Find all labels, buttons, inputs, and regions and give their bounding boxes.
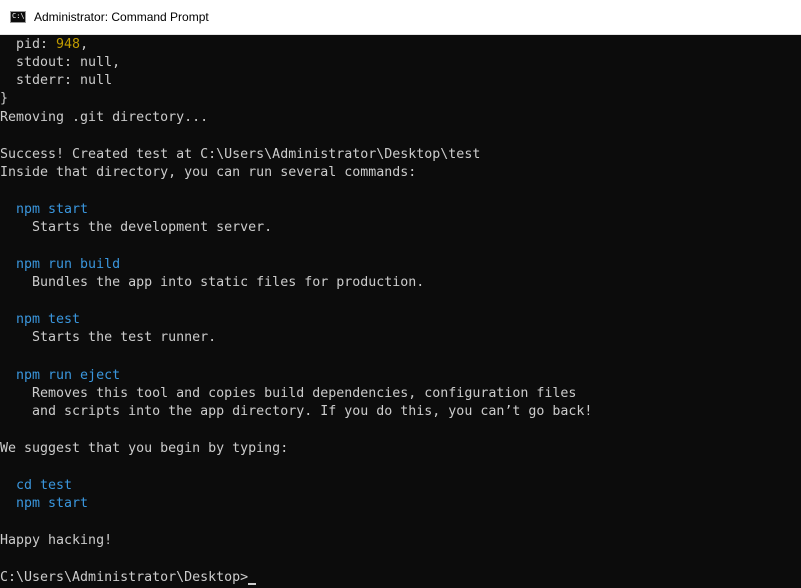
console-line-close-brace: } xyxy=(0,91,9,106)
text-cursor xyxy=(248,583,257,585)
console-line-pid: pid: 948, xyxy=(0,36,88,54)
cmd-icon[interactable]: C:\. xyxy=(10,11,29,23)
console-line-stderr: stderr: null xyxy=(0,73,113,88)
prompt-line[interactable]: C:\Users\Administrator\Desktop> xyxy=(0,569,257,587)
title-bar[interactable]: C:\. Administrator: Command Prompt xyxy=(0,0,801,35)
command-npm-run-eject-desc-2: and scripts into the app directory. If y… xyxy=(0,404,593,419)
prompt-path: C:\Users\Administrator\Desktop> xyxy=(0,570,249,585)
pid-suffix: , xyxy=(80,37,89,52)
command-npm-start: npm start xyxy=(0,202,89,217)
command-npm-test-desc: Starts the test runner. xyxy=(0,330,217,345)
command-npm-run-build-desc: Bundles the app into static files for pr… xyxy=(0,275,425,290)
console-line-happy: Happy hacking! xyxy=(0,533,113,548)
console-line-inside: Inside that directory, you can run sever… xyxy=(0,165,417,180)
command-npm-run-eject: npm run eject xyxy=(0,368,121,383)
console-line-suggest: We suggest that you begin by typing: xyxy=(0,441,289,456)
command-npm-run-build: npm run build xyxy=(0,257,121,272)
suggest-cmd-npm-start: npm start xyxy=(0,496,89,511)
pid-value: 948 xyxy=(56,37,81,52)
console-line-stdout: stdout: null, xyxy=(0,55,121,70)
pid-key: pid: xyxy=(0,37,57,52)
command-npm-run-eject-desc: Removes this tool and copies build depen… xyxy=(0,386,577,401)
suggest-cmd-cd-test: cd test xyxy=(0,478,73,493)
command-npm-test: npm test xyxy=(0,312,81,327)
console-output[interactable]: pid: 948, stdout: null, stderr: null } R… xyxy=(0,36,801,588)
cmd-icon-glyph: C:\. xyxy=(12,12,29,20)
console-line-success: Success! Created test at C:\Users\Admini… xyxy=(0,147,481,162)
window-title: Administrator: Command Prompt xyxy=(34,10,209,24)
command-prompt-window: C:\. Administrator: Command Prompt pid: … xyxy=(0,0,801,588)
console-line-removing-git: Removing .git directory... xyxy=(0,110,209,125)
command-npm-start-desc: Starts the development server. xyxy=(0,220,273,235)
